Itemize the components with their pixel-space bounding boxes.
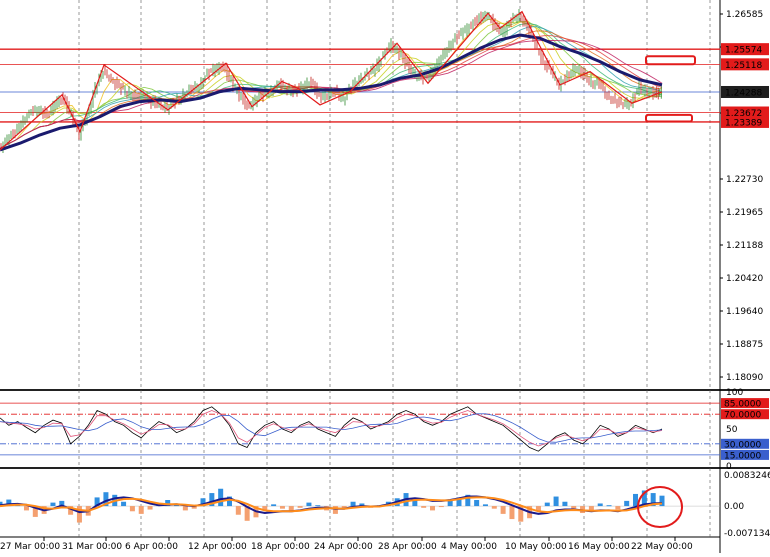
oscillator-level-label: 15.0000 <box>724 451 761 461</box>
level-label: 1.25574 <box>725 46 762 56</box>
oscillator-tick-label: 50 <box>726 425 738 435</box>
histogram-bar <box>182 506 188 511</box>
oscillator-tick-label: 100 <box>726 388 743 398</box>
histogram-bar <box>297 506 303 508</box>
time-tick-label: 22 May 00:00 <box>631 542 693 552</box>
price-tick-label: 1.22730 <box>726 175 763 185</box>
time-tick-label: 12 Apr 00:00 <box>188 542 247 552</box>
histogram-bar <box>571 506 577 509</box>
histogram-bar <box>129 506 135 512</box>
histogram-bar <box>544 502 550 507</box>
histogram-bar <box>606 505 612 507</box>
histogram-bar <box>315 505 321 507</box>
histogram-bar <box>121 501 127 507</box>
histogram-bar <box>447 500 453 507</box>
histogram-bar <box>218 488 224 507</box>
histogram-bar <box>562 501 568 507</box>
time-tick-label: 28 Apr 00:00 <box>378 542 437 552</box>
price-tick-label: 1.20420 <box>726 274 763 284</box>
oscillator-level-label: 30.0000 <box>724 440 761 450</box>
time-tick-label: 18 Apr 00:00 <box>251 542 310 552</box>
histogram-bar <box>509 506 515 520</box>
histogram-bar <box>491 506 497 509</box>
time-tick-label: 6 Apr 00:00 <box>125 542 178 552</box>
price-tick-label: 1.18090 <box>726 373 763 383</box>
histogram-tick-label: 0.0083246 <box>724 471 770 481</box>
histogram-bar <box>624 500 630 507</box>
time-tick-label: 27 Mar 00:00 <box>0 542 60 552</box>
histogram-tick-label: -0.0071346 <box>724 529 770 539</box>
time-tick-label: 16 May 00:00 <box>568 542 630 552</box>
time-tick-label: 10 May 00:00 <box>505 542 567 552</box>
histogram-bar <box>615 506 621 510</box>
histogram-bar <box>474 500 480 507</box>
oscillator-level-label: 70.0000 <box>724 411 761 421</box>
price-tick-label: 1.21965 <box>726 208 763 218</box>
histogram-bar <box>350 501 356 507</box>
oscillator-level-label: 85.0000 <box>724 400 761 410</box>
price-tick-label: 1.26585 <box>726 10 763 20</box>
level-label: 1.23389 <box>725 118 762 128</box>
chart-canvas: 85.000070.000030.000015.0000100500 0.008… <box>0 0 770 553</box>
time-tick-label: 4 May 00:00 <box>441 542 497 552</box>
histogram-bar <box>500 506 506 514</box>
histogram-bar <box>23 506 29 511</box>
histogram-bar <box>235 506 241 515</box>
histogram-bar <box>279 506 285 509</box>
histogram-bar <box>553 496 559 507</box>
time-tick-label: 31 Mar 00:00 <box>62 542 122 552</box>
histogram-bar <box>597 503 603 507</box>
histogram-bar <box>271 504 277 507</box>
histogram-tick-label: 0.00 <box>724 502 744 512</box>
histogram-bar <box>438 506 444 508</box>
histogram-bar <box>138 506 144 514</box>
histogram-bar <box>147 506 153 510</box>
time-tick-label: 24 Apr 00:00 <box>314 542 373 552</box>
histogram-bar <box>50 502 56 507</box>
level-label: 1.25118 <box>725 61 762 71</box>
histogram-bar <box>421 506 427 508</box>
price-tick-label: 1.19640 <box>726 307 763 317</box>
histogram-bar <box>482 504 488 507</box>
histogram-bar <box>306 502 312 507</box>
trading-chart: 85.0000 70.0000 30.0000 15.0000 100 50 0 0.008… <box>0 0 770 553</box>
level-label: 1.24288 <box>725 88 762 98</box>
price-tick-label: 1.18875 <box>726 340 763 350</box>
histogram-bar <box>430 506 436 511</box>
price-tick-label: 1.21188 <box>726 241 763 251</box>
